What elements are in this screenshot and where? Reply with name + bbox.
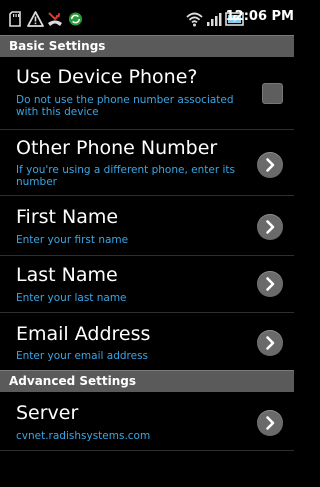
pref-title: Last Name <box>16 264 118 286</box>
pref-summary: cvnet.radishsystems.com <box>16 430 151 442</box>
pref-title: Other Phone Number <box>16 137 218 159</box>
pref-title: Server <box>16 402 79 424</box>
pref-summary: Enter your first name <box>16 234 129 246</box>
pref-server[interactable]: Server cvnet.radishsystems.com <box>0 392 294 450</box>
pref-summary: Enter your last name <box>16 292 127 304</box>
wifi-icon <box>186 12 203 27</box>
chevron-right-icon[interactable] <box>257 330 283 356</box>
signal-icon <box>207 13 222 26</box>
pref-other-phone-number[interactable]: Other Phone Number If you're using a dif… <box>0 130 294 195</box>
status-time: 12:06 PM <box>225 9 294 24</box>
pref-first-name[interactable]: First Name Enter your first name <box>0 196 294 255</box>
chevron-right-icon[interactable] <box>257 152 283 178</box>
sync-icon <box>68 12 83 26</box>
sd-card-icon <box>9 11 21 27</box>
section-header-advanced-label: Advanced Settings <box>9 374 137 388</box>
chevron-right-icon[interactable] <box>257 271 283 297</box>
chevron-right-icon[interactable] <box>257 410 283 436</box>
pref-title: Use Device Phone? <box>16 66 198 88</box>
divider <box>0 450 294 451</box>
section-header-basic-label: Basic Settings <box>9 39 106 53</box>
chevron-right-icon[interactable] <box>257 214 283 240</box>
pref-title: Email Address <box>16 323 151 345</box>
section-header-basic: Basic Settings <box>0 35 294 57</box>
pref-email-address[interactable]: Email Address Enter your email address <box>0 313 294 370</box>
use-device-phone-checkbox[interactable] <box>262 83 283 104</box>
pref-last-name[interactable]: Last Name Enter your last name <box>0 256 294 312</box>
pref-summary: Do not use the phone number associated w… <box>16 94 234 118</box>
warning-icon <box>27 11 44 27</box>
pref-title: First Name <box>16 206 119 228</box>
section-header-advanced: Advanced Settings <box>0 370 294 392</box>
settings-screen: 12:06 PM Basic Settings Use Device Phone… <box>0 0 294 487</box>
pref-summary: If you're using a different phone, enter… <box>16 164 235 188</box>
pref-use-device-phone[interactable]: Use Device Phone? Do not use the phone n… <box>0 57 294 129</box>
pref-summary: Enter your email address <box>16 350 149 362</box>
status-bar: 12:06 PM <box>0 0 294 35</box>
missed-call-icon <box>48 12 62 26</box>
